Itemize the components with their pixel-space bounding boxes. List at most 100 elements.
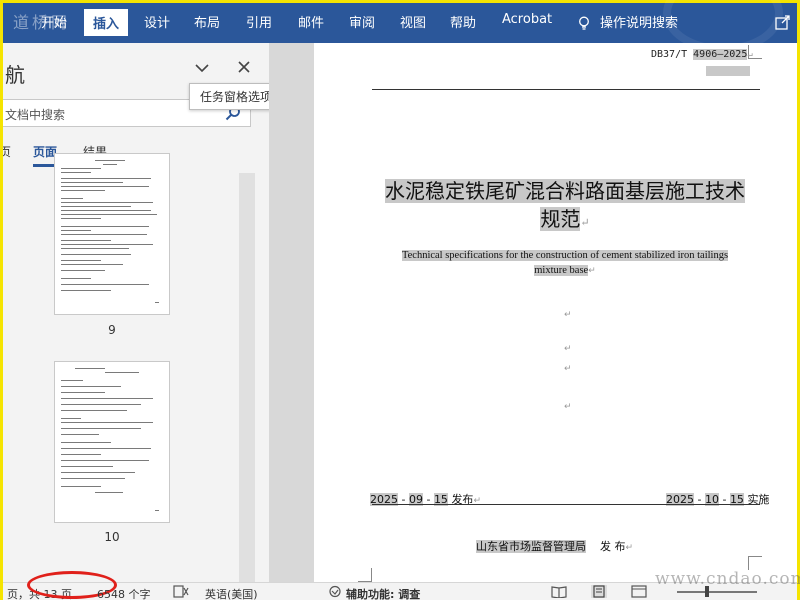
paragraph-mark: ↵ xyxy=(580,216,590,229)
language-indicator[interactable]: 英语(美国) xyxy=(205,586,258,600)
issuer-suffix: 发 布 xyxy=(600,540,626,553)
thumbnail-text-line xyxy=(61,230,91,231)
date-rule xyxy=(372,504,760,505)
tab-home[interactable]: 开始 xyxy=(41,12,67,31)
thumbnail-text-line xyxy=(61,202,153,203)
zoom-slider[interactable] xyxy=(677,591,757,593)
word-count[interactable]: 6548 个字 xyxy=(97,586,151,600)
navigation-pane: 航 任务窗格选项 文档中搜索 页 页面 结果 9 10 xyxy=(3,43,269,582)
paragraph-mark: ↵ xyxy=(588,265,596,275)
print-layout-icon[interactable] xyxy=(591,585,607,598)
thumbnail-text-line xyxy=(61,240,111,241)
paragraph-mark: ↵ xyxy=(625,543,634,553)
thumbnail-text-line xyxy=(61,218,101,219)
document-title-en: Technical specifications for the constru… xyxy=(380,248,750,278)
close-icon[interactable] xyxy=(235,58,253,76)
search-placeholder: 文档中搜索 xyxy=(5,108,66,122)
tab-mailings[interactable]: 邮件 xyxy=(298,12,324,31)
read-mode-icon[interactable] xyxy=(551,585,567,598)
document-title-cn: 水泥稳定铁尾矿混合料路面基层施工技术 规范↵ xyxy=(370,177,760,237)
paragraph-mark: ↵ xyxy=(564,364,572,374)
thumbnail-text-line xyxy=(61,410,127,411)
chevron-down-icon[interactable] xyxy=(193,59,211,77)
tab-references[interactable]: 引用 xyxy=(246,12,272,31)
thumbnail-text-line xyxy=(61,454,101,455)
thumbnail-text-line xyxy=(61,186,149,187)
tab-view[interactable]: 视图 xyxy=(400,12,426,31)
standard-prefix: DB37/T xyxy=(651,49,688,60)
highlight-block xyxy=(706,66,750,76)
standard-number: DB37/T 4906—2025↵ xyxy=(651,49,753,60)
proofing-icon[interactable] xyxy=(173,585,189,598)
pane-splitter[interactable] xyxy=(269,43,314,582)
thumbnail-text-line xyxy=(61,418,81,419)
tab-headings-partial[interactable]: 页 xyxy=(3,143,11,160)
paragraph-mark: ↵ xyxy=(564,402,572,412)
nav-pane-title: 航 xyxy=(5,63,25,87)
thumbnail-text-line xyxy=(61,380,83,381)
thumbnail-text-line xyxy=(61,260,101,261)
thumbnail-text-line xyxy=(61,460,149,461)
thumbnail-text-line xyxy=(61,226,149,227)
tab-help[interactable]: 帮助 xyxy=(450,12,476,31)
thumbnail-text-line xyxy=(61,278,91,279)
thumbnail-text-line xyxy=(61,254,131,255)
thumbnail-text-line xyxy=(61,270,105,271)
standard-code: 4906—2025 xyxy=(693,49,748,60)
accessibility-icon[interactable] xyxy=(327,585,343,598)
thumbnail-text-line xyxy=(95,492,123,493)
thumbnail-text-line xyxy=(61,428,141,429)
thumbnail-text-line xyxy=(61,290,111,291)
tab-layout[interactable]: 布局 xyxy=(194,12,220,31)
thumbnail-text-line xyxy=(155,510,159,511)
share-icon[interactable] xyxy=(775,14,791,30)
thumbnail-text-line xyxy=(61,392,105,393)
page-thumbnail-10[interactable] xyxy=(54,361,170,523)
thumbnail-text-line xyxy=(61,264,123,265)
tab-acrobat[interactable]: Acrobat xyxy=(502,12,552,27)
thumbnail-text-line xyxy=(61,404,141,405)
lightbulb-icon[interactable] xyxy=(577,16,591,30)
thumbnail-text-line xyxy=(61,472,135,473)
title-en-line-2: mixture base xyxy=(534,265,589,276)
thumbnail-text-line xyxy=(105,372,139,373)
thumbnail-text-line xyxy=(61,398,153,399)
thumbnail-text-line xyxy=(61,178,151,179)
thumbnail-text-line xyxy=(61,284,149,285)
title-cn-line-1: 水泥稳定铁尾矿混合料路面基层施工技术 xyxy=(385,179,745,203)
thumbnail-text-line xyxy=(61,182,123,183)
thumbnail-text-line xyxy=(61,448,151,449)
page-thumbnail-9[interactable] xyxy=(54,153,170,315)
web-layout-icon[interactable] xyxy=(631,585,647,598)
thumbnail-text-line xyxy=(95,160,125,161)
thumbnail-text-line xyxy=(61,198,83,199)
thumbnail-text-line xyxy=(61,168,101,169)
tell-me-search[interactable]: 操作说明搜索 xyxy=(600,12,678,31)
task-pane-options-tooltip: 任务窗格选项 xyxy=(189,83,269,110)
accessibility-status[interactable]: 辅助功能: 调查 xyxy=(346,586,420,600)
ribbon-tab-bar: 道桥网 开始 插入 设计 布局 引用 邮件 审阅 视图 帮助 Acrobat 操… xyxy=(3,0,797,53)
tab-review[interactable]: 审阅 xyxy=(349,12,375,31)
page-thumbnail-label: 9 xyxy=(108,323,116,337)
thumbnail-text-line xyxy=(103,164,117,165)
document-page[interactable]: DB37/T 4906—2025↵ 水泥稳定铁尾矿混合料路面基层施工技术 规范↵… xyxy=(314,43,797,582)
watermark-bottom-right: www.cndao.com xyxy=(655,569,800,589)
thumbnail-text-line xyxy=(61,234,147,235)
thumbnail-text-line xyxy=(61,486,101,487)
page-thumbnail-label: 10 xyxy=(104,530,120,544)
issuing-authority: 山东省市场监督管理局 发 布↵ xyxy=(476,538,633,554)
thumbnail-text-line xyxy=(155,302,159,303)
tab-design[interactable]: 设计 xyxy=(144,12,170,31)
title-en-line-1: Technical specifications for the constru… xyxy=(401,250,729,261)
thumbnail-text-line xyxy=(61,248,129,249)
thumbnail-text-line xyxy=(61,386,121,387)
nav-scrollbar[interactable] xyxy=(239,173,255,582)
thumbnail-text-line xyxy=(61,190,105,191)
thumbnail-text-line xyxy=(61,442,111,443)
tab-insert[interactable]: 插入 xyxy=(84,9,129,36)
issuer-name: 山东省市场监督管理局 xyxy=(476,540,586,553)
thumbnail-text-line xyxy=(61,172,91,173)
paragraph-mark: ↵ xyxy=(564,310,572,320)
paragraph-mark: ↵ xyxy=(564,344,572,354)
thumbnail-text-line xyxy=(61,478,125,479)
